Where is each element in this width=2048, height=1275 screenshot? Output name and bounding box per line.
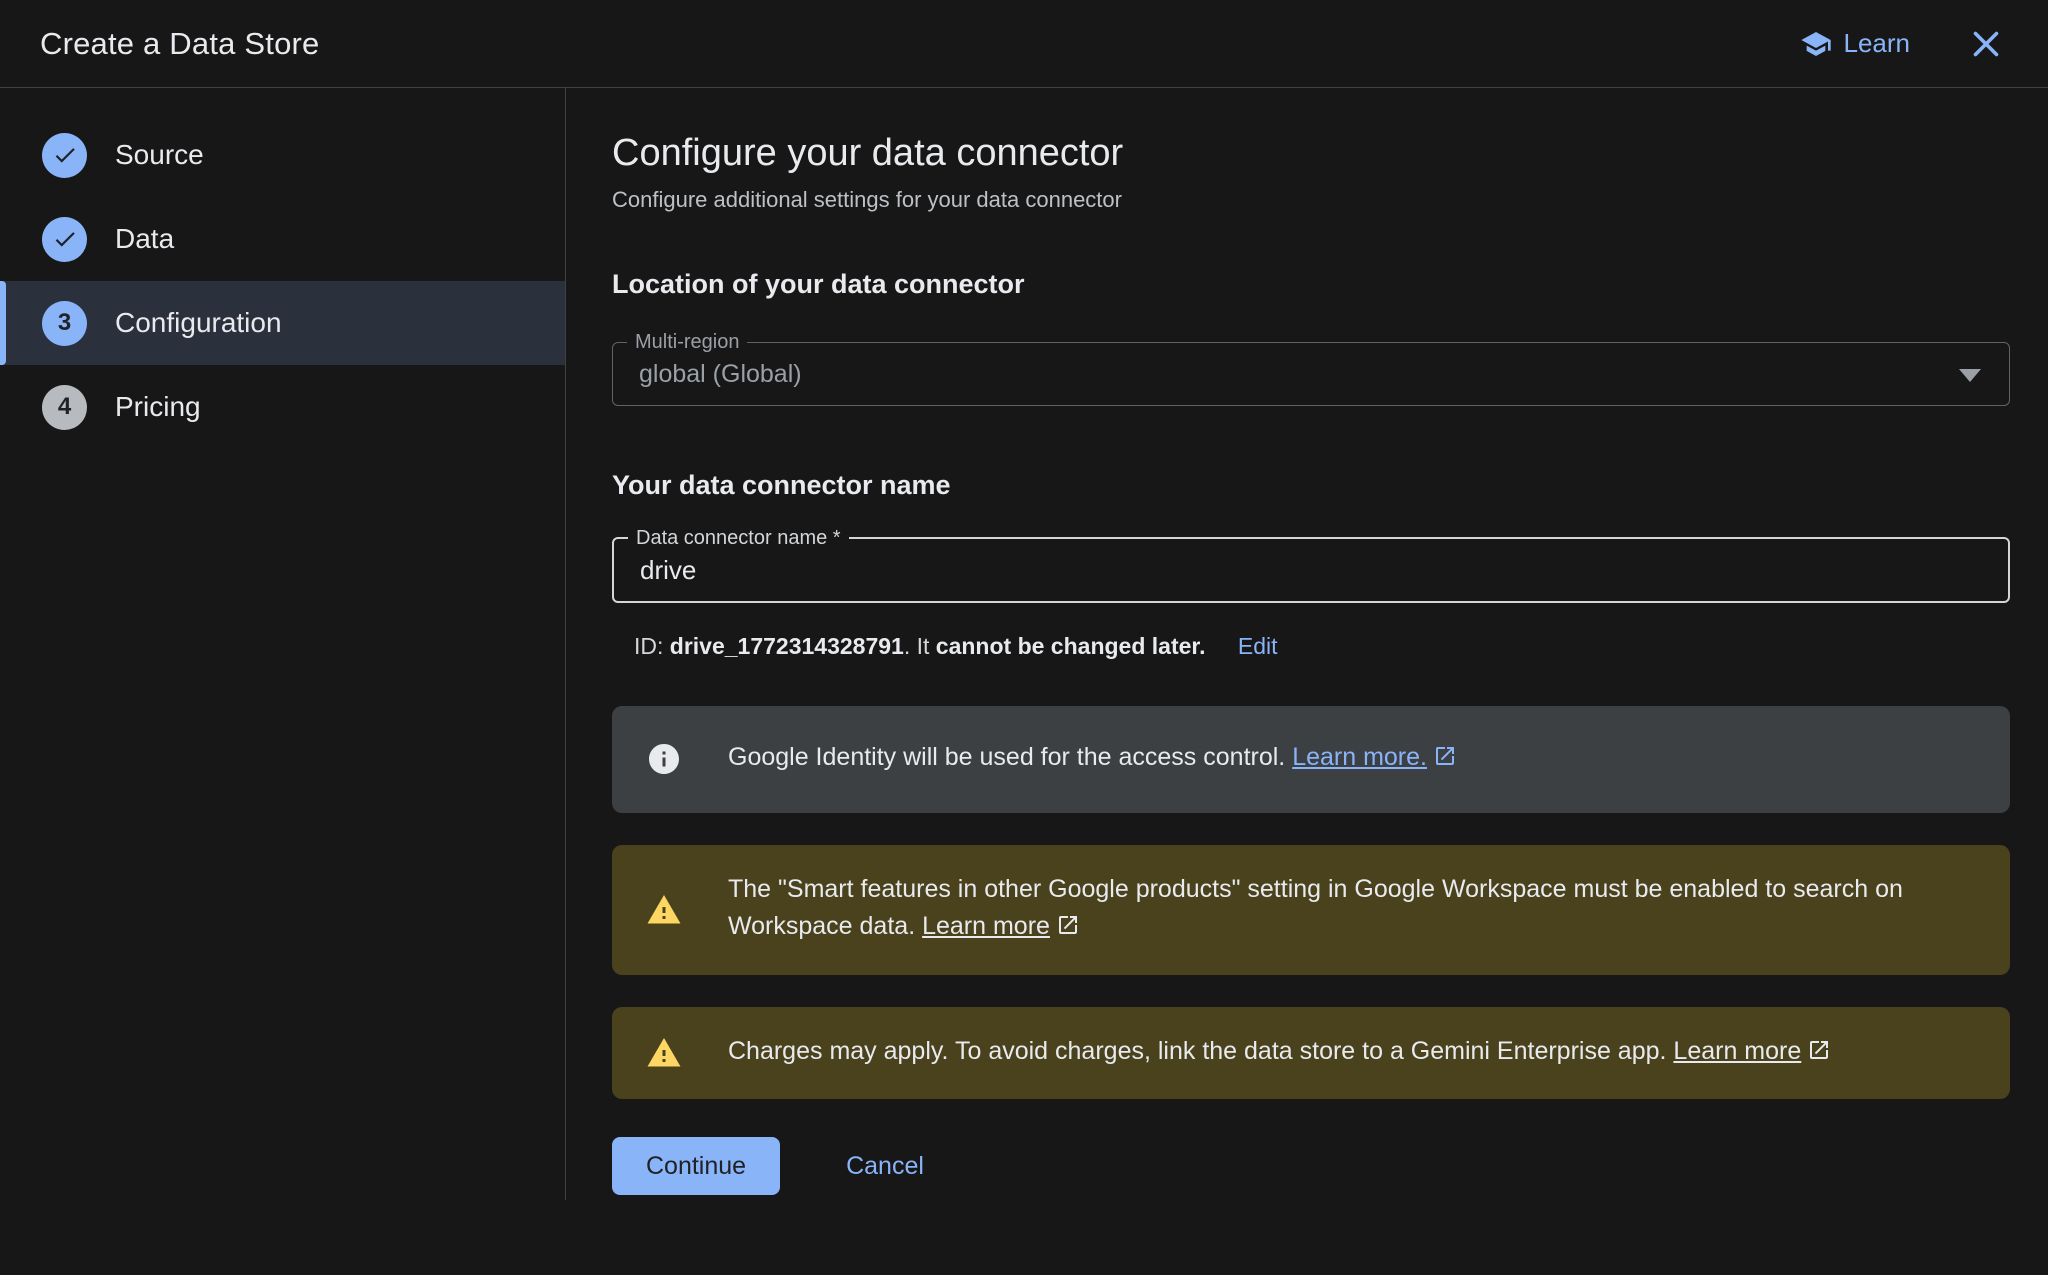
continue-button[interactable]: Continue (612, 1137, 780, 1195)
info-icon (646, 741, 682, 777)
multi-region-label: Multi-region (627, 331, 747, 353)
dialog-body: Source Data 3 Configuration 4 Pricing Co… (0, 88, 2048, 1275)
edit-id-link[interactable]: Edit (1238, 633, 1278, 659)
id-prefix: ID: (634, 633, 670, 659)
warning-banner-text: Charges may apply. To avoid charges, lin… (728, 1033, 1831, 1074)
connector-name-field: Data connector name * (612, 537, 2010, 603)
step-configuration[interactable]: 3 Configuration (0, 281, 565, 365)
id-warning-text: cannot be changed later. (936, 633, 1206, 659)
charges-warning-banner: Charges may apply. To avoid charges, lin… (612, 1007, 2010, 1100)
warning-message: The "Smart features in other Google prod… (728, 875, 1903, 941)
name-section-heading: Your data connector name (612, 470, 2010, 501)
step-complete-check-icon (42, 217, 87, 262)
charges-learn-more-link[interactable]: Learn more (1673, 1037, 1801, 1065)
id-middle: . It (904, 633, 936, 659)
multi-region-select[interactable]: Multi-region global (Global) (612, 342, 2010, 406)
warning-learn-more-link[interactable]: Learn more (922, 912, 1050, 940)
step-source[interactable]: Source (0, 113, 565, 197)
dialog-header: Create a Data Store Learn (0, 0, 2048, 88)
step-number-badge: 4 (42, 385, 87, 430)
external-link-icon (1433, 746, 1457, 774)
step-configuration-label: Configuration (115, 307, 282, 339)
learn-button[interactable]: Learn (1800, 28, 1911, 60)
sidebar-divider (565, 88, 566, 1200)
step-data[interactable]: Data (0, 197, 565, 281)
chevron-down-icon (1959, 369, 1981, 382)
close-icon (1968, 26, 2004, 62)
configuration-form: Configure your data connector Configure … (565, 88, 2048, 1275)
step-number-badge: 3 (42, 301, 87, 346)
page-title: Configure your data connector (612, 132, 2010, 175)
graduation-cap-icon (1800, 28, 1832, 60)
connector-name-input[interactable] (640, 555, 1982, 586)
step-complete-check-icon (42, 133, 87, 178)
warning-icon (646, 1035, 682, 1071)
warning-message: Charges may apply. To avoid charges, lin… (728, 1037, 1673, 1065)
stepper-sidebar: Source Data 3 Configuration 4 Pricing (0, 88, 565, 1275)
warning-icon (646, 892, 682, 928)
warning-banner-text: The "Smart features in other Google prod… (728, 871, 1976, 949)
connector-id-line: ID: drive_1772314328791. It cannot be ch… (612, 633, 2010, 660)
connector-name-label: Data connector name * (628, 527, 849, 549)
step-data-label: Data (115, 223, 174, 255)
step-pricing-label: Pricing (115, 391, 201, 423)
external-link-icon (1807, 1040, 1831, 1068)
form-actions: Continue Cancel (612, 1137, 2010, 1195)
page-subtitle: Configure additional settings for your d… (612, 187, 2010, 213)
info-banner-message: Google Identity will be used for the acc… (728, 743, 1292, 771)
identity-info-banner: Google Identity will be used for the acc… (612, 706, 2010, 813)
smart-features-warning-banner: The "Smart features in other Google prod… (612, 845, 2010, 975)
learn-button-label: Learn (1844, 28, 1911, 59)
step-pricing[interactable]: 4 Pricing (0, 365, 565, 449)
info-learn-more-link[interactable]: Learn more. (1292, 743, 1427, 771)
step-source-label: Source (115, 139, 204, 171)
close-button[interactable] (1968, 26, 2004, 62)
connector-id-value: drive_1772314328791 (670, 633, 904, 659)
external-link-icon (1056, 915, 1080, 943)
multi-region-value: global (Global) (639, 360, 802, 389)
location-section-heading: Location of your data connector (612, 269, 2010, 300)
dialog-title: Create a Data Store (40, 26, 320, 62)
cancel-button[interactable]: Cancel (846, 1152, 924, 1181)
info-banner-text: Google Identity will be used for the acc… (728, 739, 1457, 780)
